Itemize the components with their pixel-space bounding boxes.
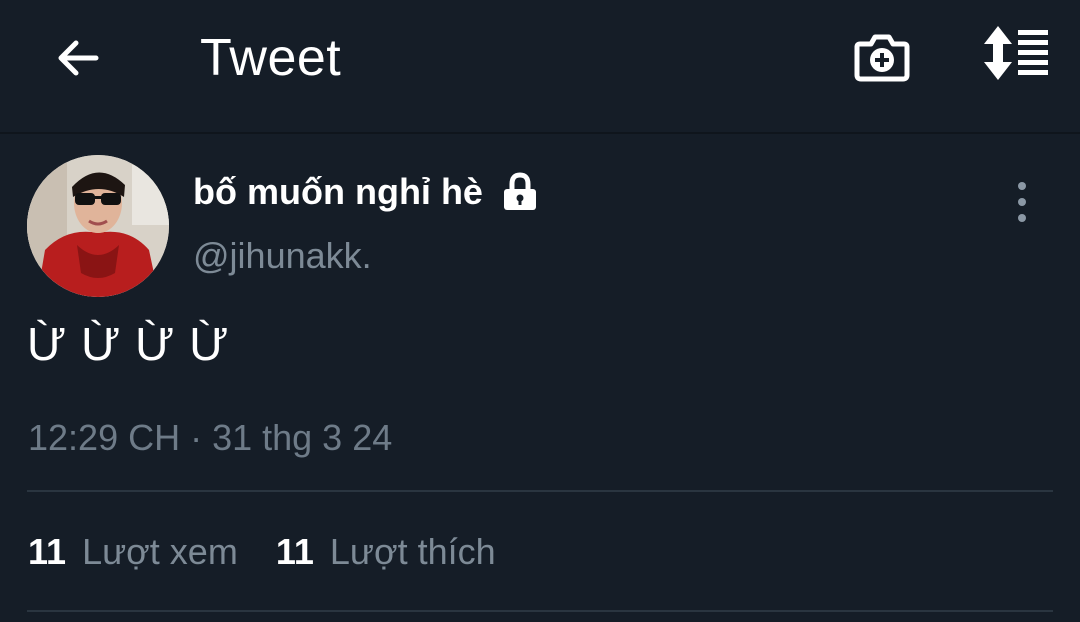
- likes-label: Lượt thích: [329, 531, 496, 572]
- more-vertical-icon: [1018, 182, 1026, 190]
- sort-arrows-list-icon: [984, 26, 1048, 80]
- more-vertical-icon-dot: [1018, 214, 1026, 222]
- tweet-timestamp: 12:29 CH · 31 thg 3 24: [28, 417, 393, 458]
- views-stat[interactable]: 11 Lượt xem: [28, 530, 238, 574]
- display-name-row[interactable]: bố muốn nghỉ hè: [193, 170, 539, 214]
- arrow-left-icon: [58, 40, 99, 76]
- camera-button[interactable]: [852, 26, 912, 86]
- divider: [27, 490, 1053, 492]
- more-vertical-icon-dot: [1018, 198, 1026, 206]
- page-title: Tweet: [200, 29, 342, 87]
- more-options-button[interactable]: [1004, 182, 1040, 222]
- tweet-stats: 11 Lượt xem 11 Lượt thích: [28, 530, 534, 574]
- likes-count: 11: [275, 531, 314, 572]
- views-count: 11: [28, 531, 67, 572]
- back-button[interactable]: [50, 30, 106, 86]
- user-handle[interactable]: @jihunakk.: [193, 234, 372, 278]
- divider: [27, 610, 1053, 612]
- display-name: bố muốn nghỉ hè: [193, 171, 483, 212]
- camera-plus-icon: [854, 34, 910, 82]
- top-app-bar: Tweet: [0, 0, 1080, 134]
- avatar-photo: [27, 155, 169, 297]
- tweet-detail: bố muốn nghỉ hè @jihunakk. Ừ Ừ Ừ Ừ 12:29…: [0, 134, 1080, 622]
- sort-button[interactable]: [978, 24, 1050, 84]
- views-label: Lượt xem: [82, 531, 238, 572]
- tweet-detail-screen: Tweet bố muốn nghỉ hè @jihunakk. Ừ Ừ Ừ Ừ…: [0, 0, 1080, 622]
- tweet-text: Ừ Ừ Ừ Ừ: [27, 318, 230, 370]
- likes-stat[interactable]: 11 Lượt thích: [276, 530, 496, 574]
- avatar[interactable]: [27, 155, 169, 297]
- lock-icon: [503, 172, 536, 210]
